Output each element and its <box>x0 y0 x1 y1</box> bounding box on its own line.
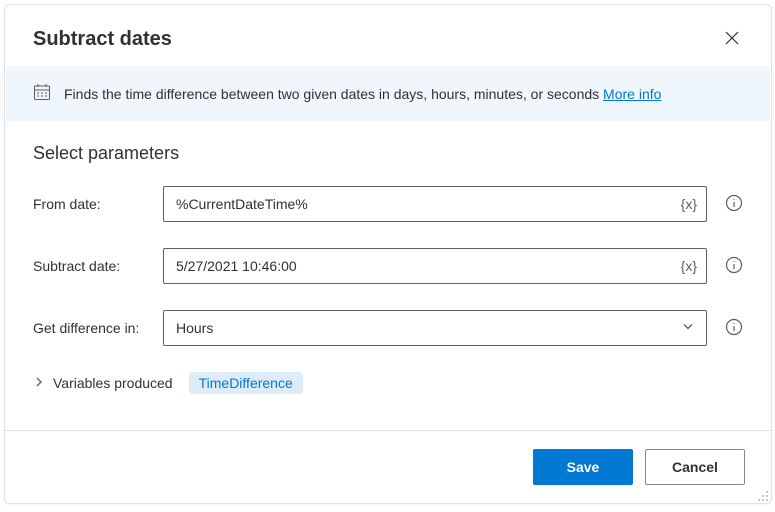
subtract-date-row: Subtract date: {x} <box>33 248 743 284</box>
info-banner: Finds the time difference between two gi… <box>6 66 770 121</box>
variable-token-icon[interactable]: {x} <box>681 258 697 274</box>
from-date-row: From date: {x} <box>33 186 743 222</box>
close-icon <box>725 31 739 48</box>
expand-variables-toggle[interactable] <box>33 375 45 391</box>
more-info-link[interactable]: More info <box>603 86 661 102</box>
subtract-date-info-button[interactable] <box>719 256 743 277</box>
difference-in-row: Get difference in: <box>33 310 743 346</box>
resize-grip[interactable] <box>757 489 769 501</box>
info-icon <box>725 194 743 215</box>
info-icon <box>725 318 743 339</box>
difference-in-label: Get difference in: <box>33 320 151 336</box>
subtract-date-input-wrap: {x} <box>163 248 707 284</box>
from-date-label: From date: <box>33 196 151 212</box>
calendar-icon <box>32 82 52 105</box>
banner-description: Finds the time difference between two gi… <box>64 86 661 102</box>
variables-produced-label: Variables produced <box>53 375 173 391</box>
from-date-input[interactable] <box>163 186 707 222</box>
subtract-dates-dialog: Subtract dates Finds the time difference… <box>4 4 772 504</box>
variables-produced-row: Variables produced TimeDifference <box>33 372 743 394</box>
cancel-button[interactable]: Cancel <box>645 449 745 485</box>
chevron-right-icon <box>33 375 45 391</box>
difference-in-select-wrap <box>163 310 707 346</box>
from-date-info-button[interactable] <box>719 194 743 215</box>
variable-token-icon[interactable]: {x} <box>681 196 697 212</box>
save-button[interactable]: Save <box>533 449 633 485</box>
difference-in-select[interactable] <box>163 310 707 346</box>
section-title: Select parameters <box>33 143 743 164</box>
dialog-title: Subtract dates <box>33 28 172 51</box>
subtract-date-label: Subtract date: <box>33 258 151 274</box>
close-button[interactable] <box>719 25 745 54</box>
info-icon <box>725 256 743 277</box>
difference-in-info-button[interactable] <box>719 318 743 339</box>
dialog-body: Select parameters From date: {x} Subtrac… <box>5 121 771 430</box>
variable-chip-timedifference[interactable]: TimeDifference <box>189 372 303 394</box>
banner-text: Finds the time difference between two gi… <box>64 86 603 102</box>
dialog-footer: Save Cancel <box>5 430 771 503</box>
subtract-date-input[interactable] <box>163 248 707 284</box>
dialog-header: Subtract dates <box>5 5 771 66</box>
from-date-input-wrap: {x} <box>163 186 707 222</box>
